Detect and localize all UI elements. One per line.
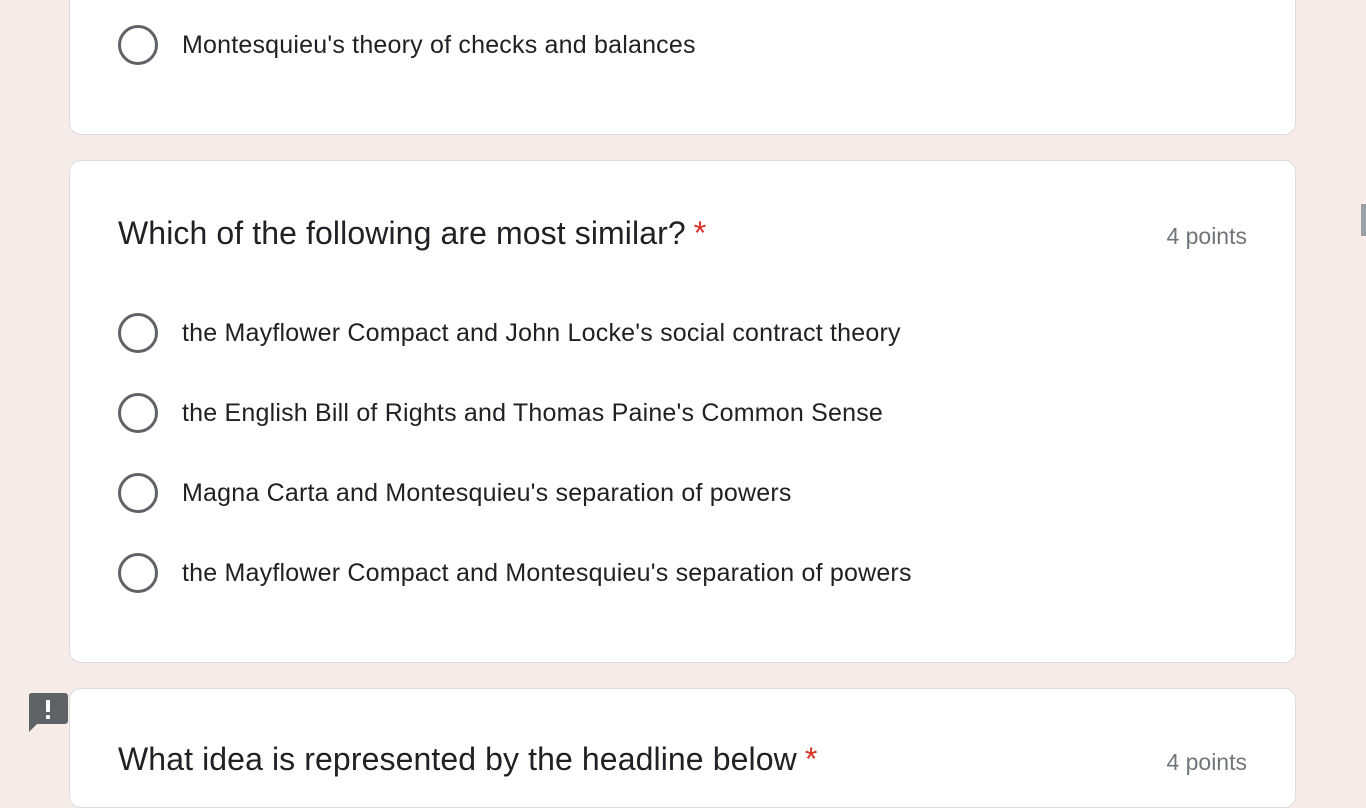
question-card-most-similar: Which of the following are most similar?… <box>69 160 1296 663</box>
scrollbar-thumb[interactable] <box>1361 204 1366 236</box>
feedback-button[interactable] <box>27 691 69 733</box>
radio-button[interactable] <box>118 473 158 513</box>
radio-option-checks-balances[interactable]: Montesquieu's theory of checks and balan… <box>118 25 696 65</box>
option-label: the Mayflower Compact and John Locke's s… <box>182 318 901 347</box>
question-title: Which of the following are most similar?… <box>118 215 706 252</box>
question-card-previous: Montesquieu's theory of checks and balan… <box>69 0 1296 135</box>
option-label: the Mayflower Compact and Montesquieu's … <box>182 558 912 587</box>
radio-option-3[interactable]: Magna Carta and Montesquieu's separation… <box>118 473 792 513</box>
radio-button[interactable] <box>118 553 158 593</box>
radio-option-1[interactable]: the Mayflower Compact and John Locke's s… <box>118 313 901 353</box>
option-label: the English Bill of Rights and Thomas Pa… <box>182 398 883 427</box>
question-title-text: Which of the following are most similar? <box>118 215 686 251</box>
question-title: What idea is represented by the headline… <box>118 741 817 778</box>
question-points: 4 points <box>1166 223 1247 249</box>
question-title-text: What idea is represented by the headline… <box>118 741 797 777</box>
question-card-next: What idea is represented by the headline… <box>69 688 1296 808</box>
option-label: Montesquieu's theory of checks and balan… <box>182 30 696 59</box>
question-points: 4 points <box>1166 749 1247 775</box>
radio-button[interactable] <box>118 393 158 433</box>
radio-option-4[interactable]: the Mayflower Compact and Montesquieu's … <box>118 553 912 593</box>
report-feedback-icon <box>28 693 68 732</box>
radio-button[interactable] <box>118 313 158 353</box>
radio-option-2[interactable]: the English Bill of Rights and Thomas Pa… <box>118 393 883 433</box>
required-asterisk: * <box>693 215 707 251</box>
option-label: Magna Carta and Montesquieu's separation… <box>182 478 792 507</box>
required-asterisk: * <box>804 741 818 777</box>
radio-button[interactable] <box>118 25 158 65</box>
